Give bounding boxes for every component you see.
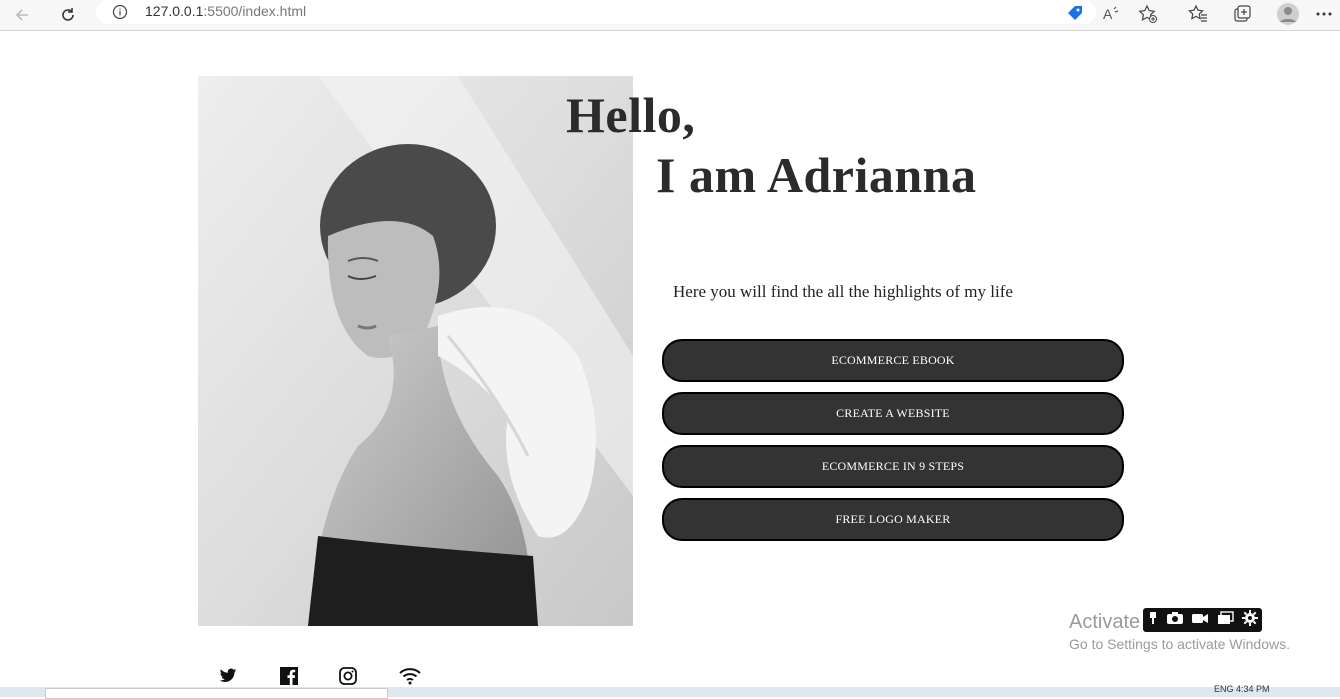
watermark-subtitle: Go to Settings to activate Windows.: [1069, 636, 1290, 652]
camera-icon[interactable]: [1166, 611, 1184, 630]
facebook-icon[interactable]: [278, 665, 300, 687]
create-website-button[interactable]: CREATE A WEBSITE: [662, 392, 1124, 435]
collections-icon[interactable]: [1230, 2, 1254, 26]
wifi-icon[interactable]: [399, 665, 421, 687]
instagram-icon[interactable]: [337, 665, 359, 687]
capture-toolbar[interactable]: [1143, 608, 1262, 632]
url-text[interactable]: 127.0.0.1:5500/index.html: [145, 3, 306, 19]
profile-icon[interactable]: [1276, 2, 1300, 26]
more-icon[interactable]: [1312, 2, 1336, 26]
settings-gear-icon[interactable]: [1242, 609, 1259, 631]
tag-icon[interactable]: [1063, 2, 1087, 26]
name-heading: I am Adrianna: [656, 147, 977, 203]
portrait-photo: [198, 76, 633, 626]
windows-taskbar: ENG 4:34 PM: [0, 684, 1340, 699]
tagline-text: Here you will find the all the highlight…: [673, 282, 1013, 301]
site-info-icon[interactable]: [108, 0, 132, 24]
reload-icon[interactable]: [56, 3, 80, 27]
add-favorite-icon[interactable]: [1136, 2, 1160, 26]
pin-icon[interactable]: [1147, 611, 1159, 630]
back-icon[interactable]: [10, 3, 34, 27]
favorites-icon[interactable]: [1186, 2, 1210, 26]
read-aloud-icon[interactable]: A: [1099, 2, 1123, 26]
taskbar-search-box[interactable]: [45, 688, 388, 699]
url-host: 127.0.0.1: [145, 3, 204, 19]
gallery-icon[interactable]: [1217, 610, 1235, 630]
ecommerce-ebook-button[interactable]: ECOMMERCE EBOOK: [662, 339, 1124, 382]
ecommerce-steps-button[interactable]: ECOMMERCE IN 9 STEPS: [662, 445, 1124, 488]
greeting-heading: Hello,: [566, 87, 696, 143]
svg-text:A: A: [1103, 6, 1113, 22]
free-logo-maker-button[interactable]: FREE LOGO MAKER: [662, 498, 1124, 541]
browser-toolbar: 127.0.0.1:5500/index.html A: [0, 0, 1340, 31]
portrait-illustration: [198, 76, 633, 626]
twitter-icon[interactable]: [217, 665, 239, 687]
video-icon[interactable]: [1191, 611, 1209, 630]
system-tray-text: ENG 4:34 PM: [1214, 684, 1270, 694]
url-path: :5500/index.html: [203, 3, 307, 19]
